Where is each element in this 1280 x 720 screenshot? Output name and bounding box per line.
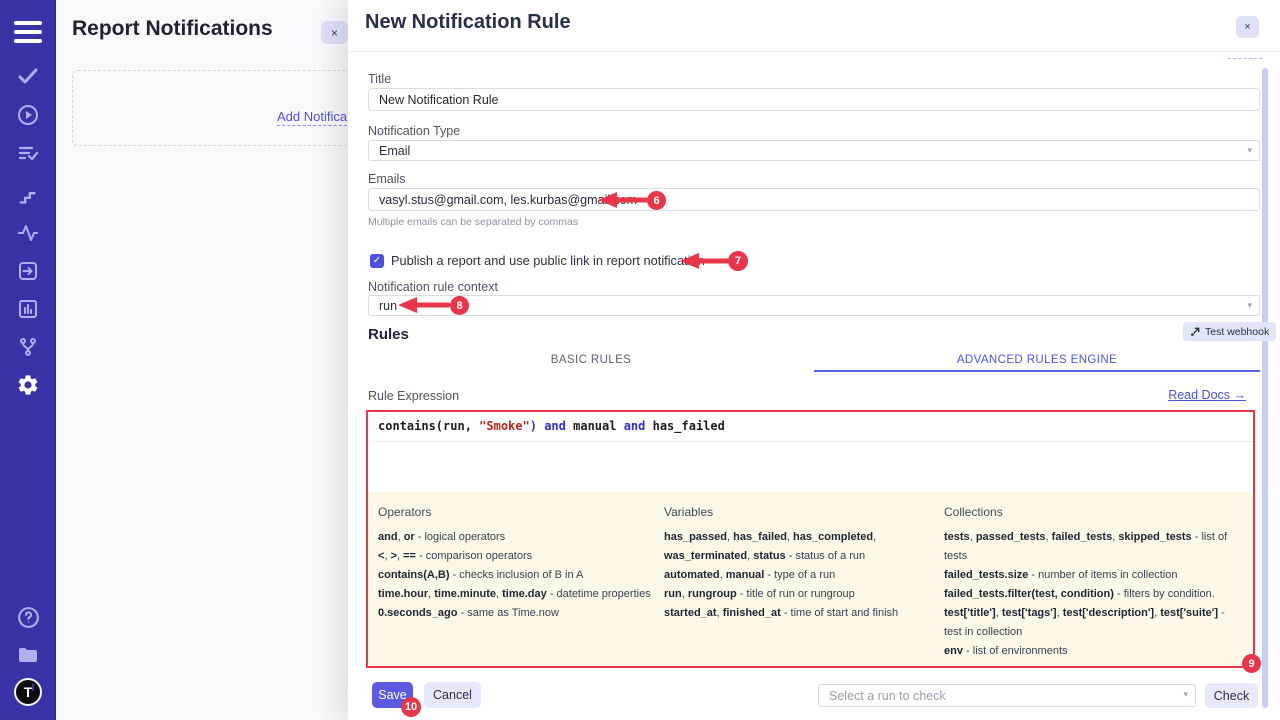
code-segment: and xyxy=(544,419,566,433)
panel-close-button[interactable]: × xyxy=(321,21,348,44)
rule-expression-code[interactable]: contains(run, "Smoke") and manual and ha… xyxy=(368,412,1253,442)
read-docs-link[interactable]: Read Docs → xyxy=(1168,388,1246,402)
rule-box-annotation-frame: contains(run, "Smoke") and manual and ha… xyxy=(366,410,1255,668)
import-icon[interactable] xyxy=(0,257,56,285)
notifications-empty-box xyxy=(72,70,364,146)
branches-icon[interactable] xyxy=(0,333,56,361)
test-webhook-button[interactable]: Test webhook xyxy=(1183,322,1276,341)
activity-icon[interactable] xyxy=(0,219,56,247)
cancel-button[interactable]: Cancel xyxy=(424,682,481,708)
sidebar: T xyxy=(0,0,56,720)
save-button[interactable]: Save xyxy=(372,682,413,708)
tab-basic-rules[interactable]: BASIC RULES xyxy=(368,351,814,372)
code-segment: has_failed xyxy=(645,419,724,433)
help-item: 0.seconds_ago - same as Time.now xyxy=(378,604,656,623)
context-select[interactable]: run ▾ xyxy=(368,295,1260,316)
projects-folder-icon[interactable] xyxy=(0,641,56,669)
help-column: Collections tests, passed_tests, failed_t… xyxy=(944,505,1242,660)
help-item: automated, manual - type of a run xyxy=(664,566,936,585)
help-item: test['title'], test['tags'], test['descr… xyxy=(944,604,1242,642)
title-input[interactable] xyxy=(368,88,1260,111)
title-label: Title xyxy=(368,72,391,86)
add-notification-link[interactable]: Add Notifica xyxy=(277,109,347,126)
help-column: Variables has_passed, has_failed, has_com… xyxy=(664,505,936,660)
help-item: run, rungroup - title of run or rungroup xyxy=(664,585,936,604)
help-item: started_at, finished_at - time of start … xyxy=(664,604,936,623)
help-item: failed_tests.size - number of items in c… xyxy=(944,566,1242,585)
rule-expression-editor[interactable]: contains(run, "Smoke") and manual and ha… xyxy=(368,412,1253,492)
context-label: Notification rule context xyxy=(368,280,498,294)
check-icon[interactable] xyxy=(0,62,56,90)
header-divider xyxy=(348,51,1280,52)
dashed-underline-fragment xyxy=(1228,58,1262,59)
help-icon[interactable] xyxy=(0,603,56,631)
chevron-down-icon: ▾ xyxy=(1247,300,1252,311)
close-icon: × xyxy=(331,26,338,40)
code-segment: contains(run, xyxy=(378,419,479,433)
rules-heading: Rules xyxy=(368,326,409,343)
analytics-icon[interactable] xyxy=(0,295,56,323)
help-item: env - list of environments xyxy=(944,642,1242,661)
notification-type-label: Notification Type xyxy=(368,124,460,138)
publish-report-row: ✓ Publish a report and use public link i… xyxy=(370,253,705,268)
chevron-down-icon: ▾ xyxy=(1247,145,1252,156)
help-column-header: Operators xyxy=(378,505,656,519)
app-logo[interactable]: T xyxy=(0,676,56,708)
run-to-check-select[interactable]: Select a run to check ▾ xyxy=(818,684,1196,707)
rule-expression-label: Rule Expression xyxy=(368,389,459,403)
code-segment: manual xyxy=(566,419,624,433)
help-item: and, or - logical operators xyxy=(378,528,656,547)
emails-hint: Multiple emails can be separated by comm… xyxy=(368,216,578,228)
rules-tabs: BASIC RULES ADVANCED RULES ENGINE xyxy=(368,351,1260,372)
help-column-header: Collections xyxy=(944,505,1242,519)
play-circle-icon[interactable] xyxy=(0,101,56,129)
emails-label: Emails xyxy=(368,172,406,186)
modal-close-button[interactable]: × xyxy=(1236,16,1259,38)
chevron-down-icon: ▾ xyxy=(1183,689,1188,700)
page-title: Report Notifications xyxy=(72,17,273,41)
menu-icon[interactable] xyxy=(0,17,56,47)
publish-report-checkbox[interactable]: ✓ xyxy=(370,254,384,268)
code-segment: and xyxy=(624,419,646,433)
tab-advanced-rules-engine[interactable]: ADVANCED RULES ENGINE xyxy=(814,351,1260,372)
help-item: time.hour, time.minute, time.day - datet… xyxy=(378,585,656,604)
help-column-header: Variables xyxy=(664,505,936,519)
code-segment: ) xyxy=(530,419,537,433)
help-item: contains(A,B) - checks inclusion of B in… xyxy=(378,566,656,585)
help-item: <, >, == - comparison operators xyxy=(378,547,656,566)
check-button[interactable]: Check xyxy=(1205,683,1258,708)
scrollbar-thumb[interactable] xyxy=(1262,68,1268,708)
notification-type-select[interactable]: Email ▾ xyxy=(368,140,1260,161)
code-segment: "Smoke" xyxy=(479,419,530,433)
help-item: tests, passed_tests, failed_tests, skipp… xyxy=(944,528,1242,566)
help-columns: Operators and, or - logical operators<, >… xyxy=(368,492,1253,666)
settings-gear-icon[interactable] xyxy=(0,371,56,399)
webhook-icon xyxy=(1190,326,1201,337)
help-item: failed_tests.filter(test, condition) - f… xyxy=(944,585,1242,604)
checkmark-icon: ✓ xyxy=(373,255,381,266)
help-column: Operators and, or - logical operators<, >… xyxy=(378,505,656,660)
test-runs-icon[interactable] xyxy=(0,140,56,168)
close-icon: × xyxy=(1244,21,1250,33)
new-notification-rule-modal: New Notification Rule × Title Notificati… xyxy=(348,0,1280,720)
help-item: has_passed, has_failed, has_completed, w… xyxy=(664,528,936,566)
publish-report-label: Publish a report and use public link in … xyxy=(391,253,705,268)
modal-title: New Notification Rule xyxy=(365,11,571,34)
emails-input[interactable] xyxy=(368,188,1260,211)
steps-icon[interactable] xyxy=(0,182,56,210)
